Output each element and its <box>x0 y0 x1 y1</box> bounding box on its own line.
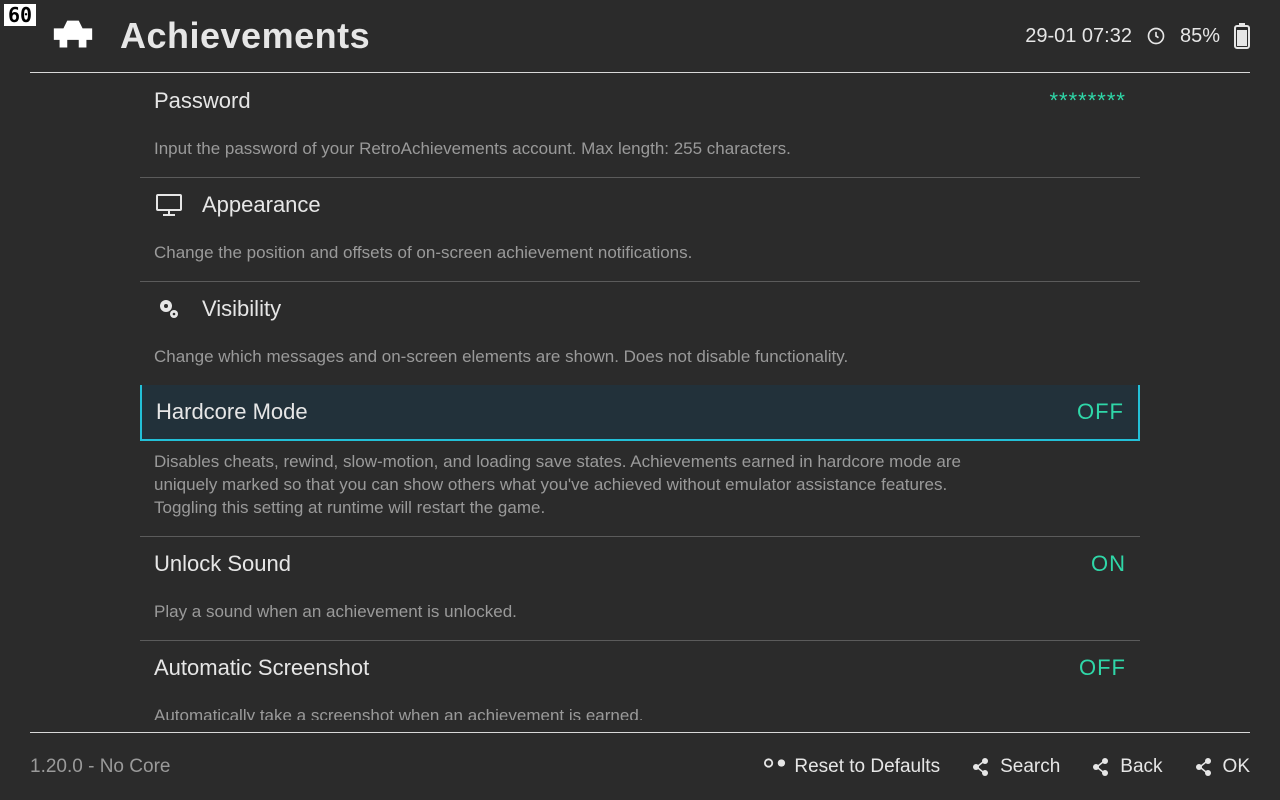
setting-hardcore-mode[interactable]: Hardcore Mode OFF <box>140 385 1140 441</box>
setting-description: Change which messages and on-screen elem… <box>140 336 1000 385</box>
setting-password[interactable]: Password ******** <box>140 82 1140 128</box>
cluster-icon <box>970 756 992 778</box>
monitor-icon <box>154 194 184 216</box>
back-button[interactable]: Back <box>1090 756 1162 778</box>
page-title: Achievements <box>120 15 1025 57</box>
setting-label: Hardcore Mode <box>156 399 308 425</box>
setting-value: OFF <box>1077 399 1124 425</box>
action-label: OK <box>1223 756 1250 778</box>
setting-description: Play a sound when an achievement is unlo… <box>140 591 1000 640</box>
gear-icon <box>154 297 184 321</box>
setting-value: ******** <box>1050 88 1127 114</box>
settings-list: Password ******** Input the password of … <box>30 82 1250 720</box>
toggle-icon <box>764 756 786 778</box>
setting-label: Appearance <box>202 192 321 218</box>
action-label: Reset to Defaults <box>794 756 940 778</box>
setting-unlock-sound[interactable]: Unlock Sound ON <box>140 537 1140 591</box>
action-label: Search <box>1000 756 1060 778</box>
ok-button[interactable]: OK <box>1193 756 1250 778</box>
cluster-icon <box>1090 756 1112 778</box>
setting-label: Visibility <box>202 296 281 322</box>
cluster-icon <box>1193 756 1215 778</box>
version-text: 1.20.0 - No Core <box>30 756 170 778</box>
datetime-text: 29-01 07:32 <box>1025 25 1132 48</box>
setting-label: Automatic Screenshot <box>154 655 369 681</box>
clock-icon <box>1146 26 1166 46</box>
battery-text: 85% <box>1180 25 1220 48</box>
header: Achievements 29-01 07:32 85% <box>0 0 1280 72</box>
setting-label: Unlock Sound <box>154 551 291 577</box>
battery-icon <box>1234 23 1250 49</box>
reset-to-defaults-button[interactable]: Reset to Defaults <box>764 756 940 778</box>
setting-value: OFF <box>1079 655 1126 681</box>
setting-automatic-screenshot[interactable]: Automatic Screenshot OFF <box>140 641 1140 695</box>
setting-label: Password <box>154 88 251 114</box>
setting-description: Input the password of your RetroAchievem… <box>140 128 1000 177</box>
setting-appearance[interactable]: Appearance <box>140 178 1140 232</box>
setting-description: Automatically take a screenshot when an … <box>140 695 1000 720</box>
fps-counter: 60 <box>4 4 36 26</box>
setting-description: Change the position and offsets of on-sc… <box>140 232 1000 281</box>
search-button[interactable]: Search <box>970 756 1060 778</box>
setting-description: Disables cheats, rewind, slow-motion, an… <box>140 441 1000 536</box>
action-label: Back <box>1120 756 1162 778</box>
footer: 1.20.0 - No Core Reset to Defaults Searc… <box>30 732 1250 800</box>
setting-visibility[interactable]: Visibility <box>140 282 1140 336</box>
retroarch-logo-icon <box>50 18 96 54</box>
setting-value: ON <box>1091 551 1126 577</box>
